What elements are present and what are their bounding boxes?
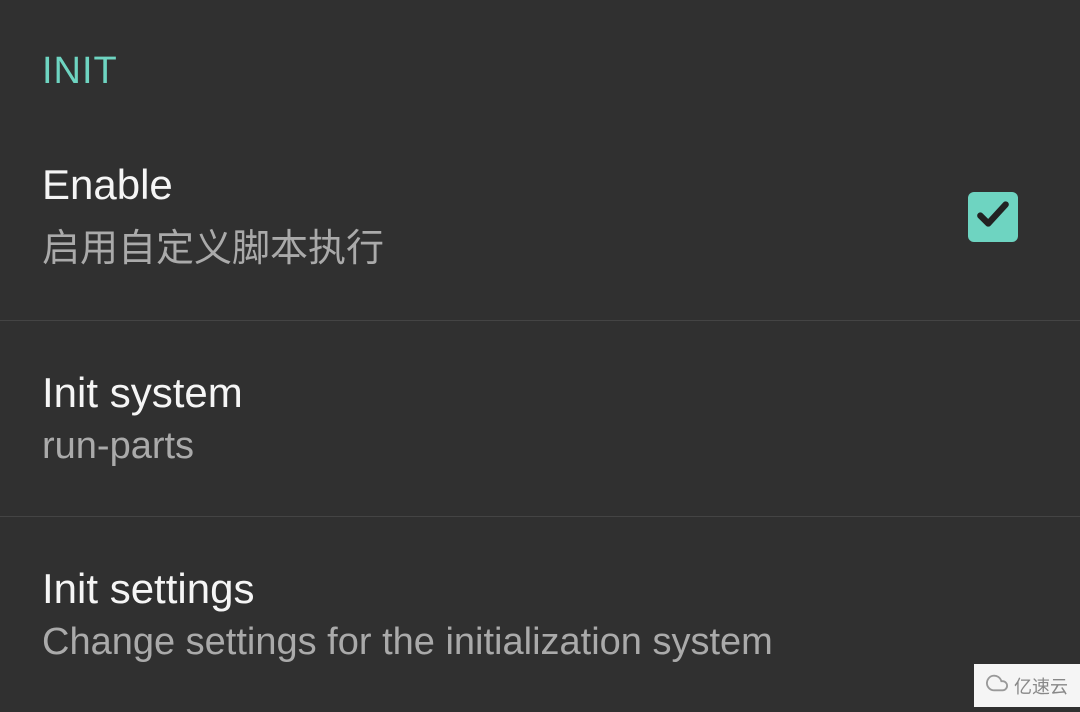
setting-enable[interactable]: Enable 启用自定义脚本执行: [0, 113, 1080, 321]
checkmark-icon: [974, 195, 1012, 238]
setting-init-settings[interactable]: Init settings Change settings for the in…: [0, 517, 1080, 712]
setting-init-system-text: Init system run-parts: [42, 369, 243, 468]
setting-init-system-title: Init system: [42, 369, 243, 417]
setting-init-settings-text: Init settings Change settings for the in…: [42, 565, 773, 664]
setting-enable-title: Enable: [42, 161, 384, 209]
setting-init-settings-subtitle: Change settings for the initialization s…: [42, 621, 773, 664]
watermark: 亿速云: [974, 664, 1080, 707]
settings-list: Enable 启用自定义脚本执行 Init system run-parts I…: [0, 113, 1080, 712]
section-header: INIT: [0, 0, 1080, 113]
setting-init-system-subtitle: run-parts: [42, 425, 243, 468]
setting-init-settings-title: Init settings: [42, 565, 773, 613]
setting-enable-subtitle: 启用自定义脚本执行: [42, 217, 384, 272]
setting-enable-text: Enable 启用自定义脚本执行: [42, 161, 384, 272]
watermark-text: 亿速云: [1014, 673, 1068, 699]
cloud-icon: [986, 672, 1008, 699]
setting-init-system[interactable]: Init system run-parts: [0, 321, 1080, 517]
enable-checkbox[interactable]: [968, 192, 1018, 242]
